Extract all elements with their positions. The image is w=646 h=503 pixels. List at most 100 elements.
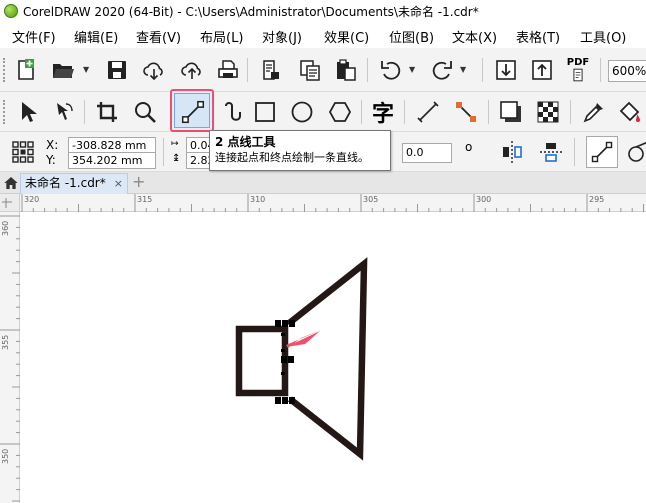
- redo-button[interactable]: [428, 56, 456, 84]
- menu-tools[interactable]: 工具(O): [580, 27, 626, 46]
- parallel-dimension-button[interactable]: [414, 98, 442, 126]
- pick-tool-icon: [22, 102, 37, 122]
- x-position-label: X:: [46, 138, 59, 152]
- rotation-angle-field[interactable]: 0.0: [402, 143, 452, 163]
- shape-tool-icon: [57, 103, 73, 120]
- tooltip-description: 连接起点和终点绘制一条直线。: [215, 151, 369, 164]
- pdf-icon: [573, 68, 583, 82]
- line-style-icon: [591, 141, 613, 163]
- fill-tool-button[interactable]: [616, 98, 644, 126]
- eyedropper-button[interactable]: [580, 98, 608, 126]
- zoom-level-field[interactable]: 600%: [608, 60, 646, 82]
- close-tab-icon[interactable]: ×: [114, 174, 123, 193]
- ruler-label: 310: [250, 195, 266, 204]
- print-button[interactable]: [214, 56, 242, 84]
- mirror-horizontal-button[interactable]: [498, 138, 526, 166]
- object-origin-button[interactable]: [9, 138, 37, 166]
- shape-tool-button[interactable]: [50, 98, 78, 126]
- ruler-label: 360: [1, 220, 10, 236]
- cloud-upload-button[interactable]: [178, 56, 206, 84]
- cloud-upload-icon: [181, 62, 201, 79]
- line-style-button[interactable]: [586, 136, 618, 168]
- horizontal-ruler[interactable]: 320 315 310 305 300 295: [20, 194, 646, 212]
- polygon-tool-button[interactable]: [326, 98, 354, 126]
- ruler-origin[interactable]: [0, 194, 20, 212]
- fill-icon: [619, 101, 640, 122]
- speaker-cone-shape[interactable]: [285, 257, 368, 461]
- copy-button[interactable]: [296, 56, 324, 84]
- menu-bitmaps[interactable]: 位图(B): [389, 27, 434, 46]
- add-tab-icon[interactable]: +: [132, 172, 145, 191]
- text-tool-icon: 字: [371, 102, 394, 127]
- ellipse-tool-button[interactable]: [288, 98, 316, 126]
- text-tool-button[interactable]: 字: [369, 98, 397, 127]
- save-button[interactable]: [103, 56, 131, 84]
- vertical-ruler[interactable]: 360 355 350: [0, 212, 20, 503]
- selection-handle[interactable]: [282, 397, 288, 404]
- menu-file[interactable]: 文件(F): [12, 27, 56, 46]
- menu-text[interactable]: 文本(X): [452, 27, 497, 46]
- undo-button[interactable]: [377, 56, 405, 84]
- transparency-icon: [537, 101, 559, 123]
- separator: [570, 100, 571, 124]
- open-dropdown-arrow-icon[interactable]: ▼: [83, 65, 89, 74]
- rectangle-icon: [255, 102, 275, 122]
- drawing-canvas[interactable]: [20, 212, 646, 503]
- pick-tool-button[interactable]: [14, 98, 42, 126]
- paste-button[interactable]: [332, 56, 360, 84]
- publish-pdf-button[interactable]: PDF: [564, 56, 592, 84]
- menu-layout[interactable]: 布局(L): [200, 27, 243, 46]
- redo-icon: [432, 61, 452, 80]
- selection-handle[interactable]: [282, 320, 288, 327]
- tangent-line-icon: [628, 141, 646, 162]
- import-button[interactable]: [492, 56, 520, 84]
- menu-bar: 文件(F) 编辑(E) 查看(V) 布局(L) 对象(J) 效果(C) 位图(B…: [0, 22, 646, 48]
- rectangle-tool-button[interactable]: [251, 98, 279, 126]
- zoom-tool-button[interactable]: [131, 98, 159, 126]
- selection-handle[interactable]: [289, 397, 295, 404]
- open-button[interactable]: [49, 56, 77, 84]
- paste-icon: [337, 59, 356, 81]
- selection-handle[interactable]: [275, 397, 281, 404]
- selection-handle[interactable]: [288, 356, 294, 363]
- drop-shadow-button[interactable]: [497, 98, 525, 126]
- redo-dropdown-arrow-icon[interactable]: ▼: [460, 65, 466, 74]
- document-settings-button[interactable]: [257, 56, 285, 84]
- selection-handle[interactable]: [281, 356, 287, 363]
- mirror-vertical-icon: [540, 143, 562, 162]
- cloud-download-button[interactable]: [140, 56, 168, 84]
- menu-table[interactable]: 表格(T): [516, 27, 560, 46]
- menu-view[interactable]: 查看(V): [136, 27, 181, 46]
- y-position-label: Y:: [46, 153, 56, 167]
- ruler-label: 295: [589, 195, 605, 204]
- tangent-line-button[interactable]: [622, 138, 646, 166]
- export-icon: [532, 60, 552, 80]
- transparency-button[interactable]: [534, 98, 562, 126]
- export-button[interactable]: [528, 56, 556, 84]
- drop-shadow-icon: [500, 101, 521, 122]
- speaker-shape[interactable]: [235, 257, 368, 461]
- mirror-vertical-button[interactable]: [537, 138, 565, 166]
- artistic-media-icon: [225, 102, 241, 121]
- width-icon: ↦: [171, 139, 179, 149]
- menu-edit[interactable]: 编辑(E): [74, 27, 118, 46]
- undo-dropdown-arrow-icon[interactable]: ▼: [409, 65, 415, 74]
- connector-tool-button[interactable]: [452, 98, 480, 126]
- selection-handle[interactable]: [289, 320, 295, 327]
- eyedropper-icon: [583, 103, 603, 123]
- two-point-line-tool-button[interactable]: [170, 89, 214, 132]
- crop-tool-button[interactable]: [93, 98, 121, 126]
- selection-handle[interactable]: [275, 320, 281, 327]
- mirror-horizontal-icon: [503, 141, 522, 163]
- artistic-media-button[interactable]: [219, 98, 247, 126]
- y-position-field[interactable]: 354.202 mm: [68, 152, 156, 169]
- home-icon[interactable]: [2, 175, 20, 191]
- document-tab[interactable]: 未命名 -1.cdr* ×: [20, 173, 128, 194]
- menu-object[interactable]: 对象(J): [262, 27, 302, 46]
- new-document-button[interactable]: [12, 56, 40, 84]
- tooltip-title: 2 点线工具: [215, 135, 276, 149]
- height-field[interactable]: 2.82: [186, 152, 210, 169]
- separator: [361, 100, 362, 124]
- menu-effects[interactable]: 效果(C): [324, 27, 369, 46]
- speaker-body-rect[interactable]: [235, 325, 289, 397]
